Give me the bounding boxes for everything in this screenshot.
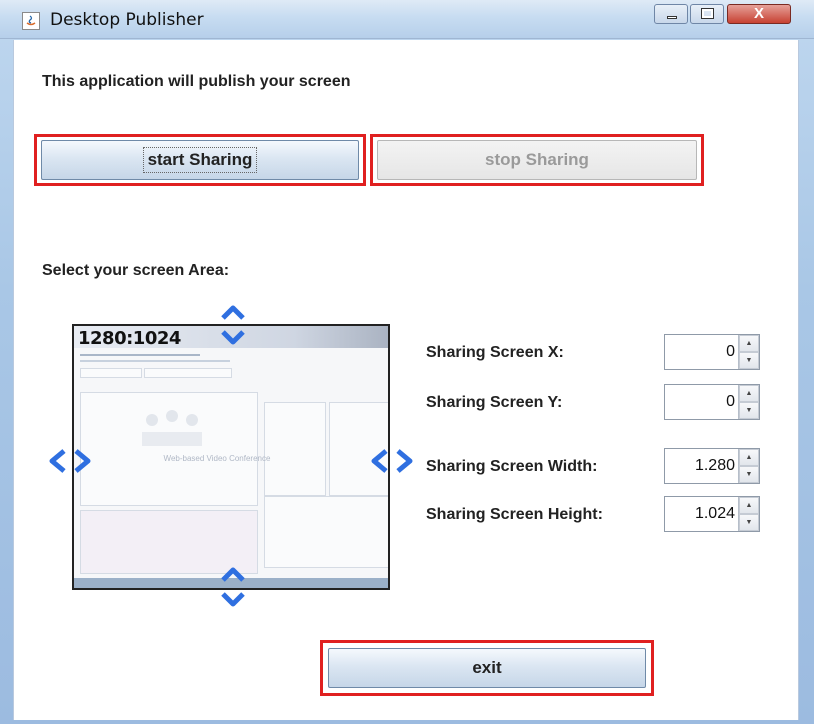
spin-down-icon[interactable]: ▼ (739, 466, 759, 483)
spinner-buttons: ▲ ▼ (738, 335, 759, 369)
spin-up-icon[interactable]: ▲ (739, 449, 759, 466)
arrow-left-right-icon[interactable] (46, 448, 98, 474)
screen-x-label: Sharing Screen X: (426, 344, 564, 361)
arrow-up-down-icon[interactable] (220, 304, 246, 350)
start-sharing-label: start Sharing (142, 147, 258, 173)
resolution-label: 1280:1024 (78, 328, 181, 349)
preview-line (80, 360, 230, 362)
screen-y-label: Sharing Screen Y: (426, 394, 563, 411)
close-button[interactable]: X (727, 4, 791, 24)
screen-width-spinner[interactable]: 1.280 ▲ ▼ (664, 448, 760, 484)
screen-x-value[interactable]: 0 (665, 335, 739, 369)
spin-up-icon[interactable]: ▲ (739, 335, 759, 352)
screen-width-label: Sharing Screen Width: (426, 458, 598, 475)
preview-panel (80, 368, 142, 378)
main-panel: This application will publish your scree… (13, 40, 799, 720)
maximize-button[interactable] (690, 4, 724, 24)
minimize-button[interactable] (654, 4, 688, 24)
intro-text: This application will publish your scree… (42, 73, 351, 90)
screen-y-value[interactable]: 0 (665, 385, 739, 419)
exit-button[interactable]: exit (328, 648, 646, 688)
spin-up-icon[interactable]: ▲ (739, 497, 759, 514)
preview-panel (144, 368, 232, 378)
screen-height-value[interactable]: 1.024 (665, 497, 739, 531)
spin-down-icon[interactable]: ▼ (739, 514, 759, 531)
screen-preview[interactable]: Web-based Video Conference 1280:1024 (72, 324, 390, 590)
screen-y-spinner[interactable]: 0 ▲ ▼ (664, 384, 760, 420)
preview-chat (80, 510, 258, 574)
java-icon (22, 12, 40, 30)
spin-up-icon[interactable]: ▲ (739, 385, 759, 402)
stop-sharing-label: stop Sharing (485, 150, 589, 169)
screen-x-spinner[interactable]: 0 ▲ ▼ (664, 334, 760, 370)
preview-line (80, 354, 200, 356)
spin-down-icon[interactable]: ▼ (739, 402, 759, 419)
preview-caption: Web-based Video Conference (163, 454, 271, 463)
stop-sharing-button[interactable]: stop Sharing (377, 140, 697, 180)
screen-height-spinner[interactable]: 1.024 ▲ ▼ (664, 496, 760, 532)
spinner-buttons: ▲ ▼ (738, 449, 759, 483)
window-frame: Desktop Publisher X This application wil… (0, 0, 814, 724)
preview-logo (142, 410, 202, 446)
preview-panel (264, 496, 388, 568)
window-title: Desktop Publisher (50, 10, 204, 30)
screen-width-value[interactable]: 1.280 (665, 449, 739, 483)
close-icon: X (753, 5, 764, 22)
exit-label: exit (472, 658, 502, 677)
spin-down-icon[interactable]: ▼ (739, 352, 759, 369)
screen-height-label: Sharing Screen Height: (426, 506, 603, 523)
start-sharing-button[interactable]: start Sharing (41, 140, 359, 180)
spinner-buttons: ▲ ▼ (738, 385, 759, 419)
preview-panel (264, 402, 326, 496)
arrow-left-right-icon[interactable] (368, 448, 420, 474)
arrow-up-down-icon[interactable] (220, 566, 246, 612)
select-area-label: Select your screen Area: (42, 262, 230, 279)
title-bar[interactable]: Desktop Publisher X (0, 0, 814, 39)
spinner-buttons: ▲ ▼ (738, 497, 759, 531)
